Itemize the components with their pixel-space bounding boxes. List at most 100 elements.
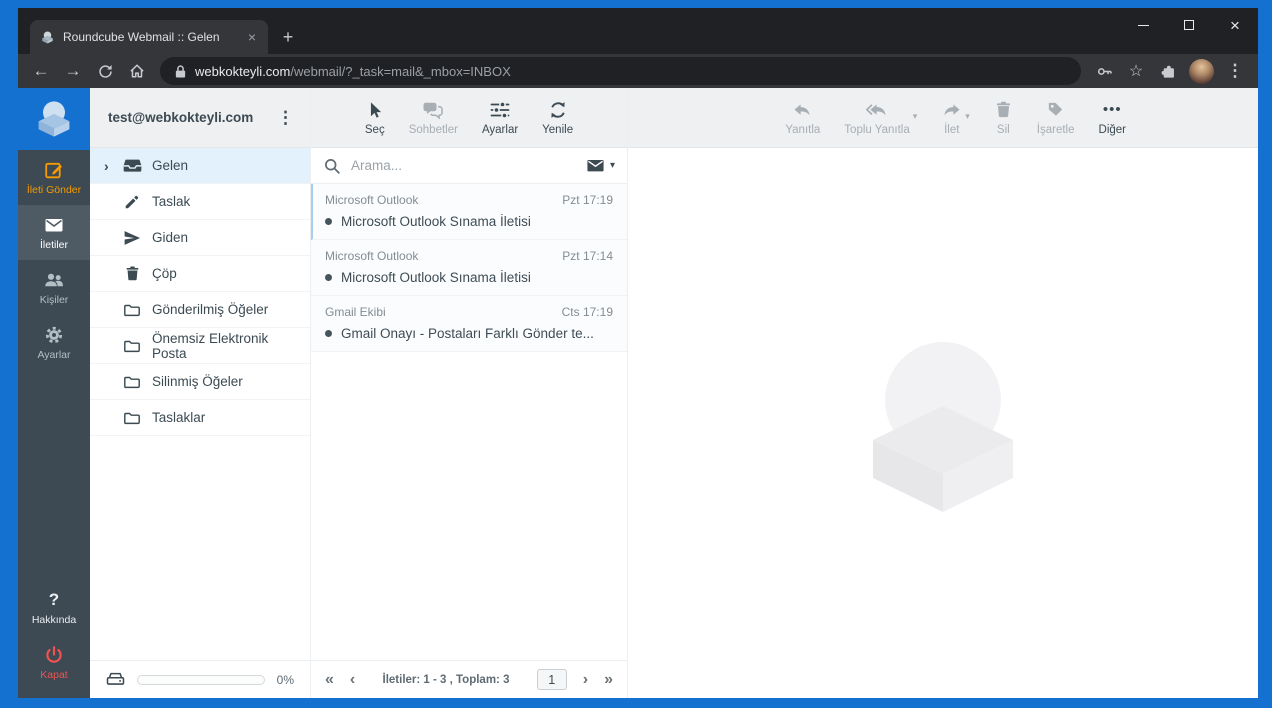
delete-button[interactable]: Sil bbox=[994, 100, 1013, 136]
folder-icon bbox=[122, 373, 142, 391]
tab-strip: Roundcube Webmail :: Gelen × + × bbox=[18, 8, 1258, 54]
browser-tab[interactable]: Roundcube Webmail :: Gelen × bbox=[30, 20, 268, 54]
minimize-button[interactable] bbox=[1120, 8, 1166, 42]
refresh-list-button[interactable]: Yenile bbox=[542, 100, 573, 136]
mail-label: İletiler bbox=[39, 239, 68, 251]
list-toolbar: Seç Sohbetler Ayarlar Yenile bbox=[311, 88, 627, 148]
url-text: webkokteyli.com/webmail/?_task=mail&_mbo… bbox=[195, 64, 511, 79]
chats-button[interactable]: Sohbetler bbox=[409, 100, 458, 136]
back-button[interactable]: ← bbox=[26, 57, 56, 85]
message-row[interactable]: Microsoft Outlook Pzt 17:19 Microsoft Ou… bbox=[311, 184, 627, 240]
folder-item[interactable]: Giden bbox=[90, 220, 310, 256]
current-page-input[interactable]: 1 bbox=[536, 669, 567, 690]
folder-item[interactable]: Gönderilmiş Öğeler bbox=[90, 292, 310, 328]
folder-label: Önemsiz Elektronik Posta bbox=[152, 330, 269, 361]
tab-close-icon[interactable]: × bbox=[246, 29, 258, 45]
extensions-button[interactable] bbox=[1153, 57, 1183, 85]
trash-icon bbox=[122, 265, 142, 282]
compose-icon bbox=[44, 160, 64, 180]
last-page-button[interactable]: » bbox=[604, 671, 613, 689]
sliders-icon bbox=[490, 100, 510, 120]
message-row[interactable]: Microsoft Outlook Pzt 17:14 Microsoft Ou… bbox=[311, 240, 627, 296]
about-button[interactable]: ? Hakkında bbox=[18, 580, 90, 635]
new-tab-button[interactable]: + bbox=[274, 23, 302, 51]
folder-item[interactable]: Önemsiz Elektronik Posta bbox=[90, 328, 310, 364]
chat-icon bbox=[423, 100, 444, 120]
folder-label: Gönderilmiş Öğeler bbox=[152, 302, 269, 317]
settings-label: Ayarlar bbox=[37, 349, 71, 361]
refresh-icon bbox=[98, 64, 112, 78]
unread-indicator bbox=[325, 330, 332, 337]
empty-message-view bbox=[628, 148, 1258, 698]
forward-button[interactable]: → bbox=[58, 57, 88, 85]
select-button[interactable]: Seç bbox=[365, 100, 385, 136]
window-controls: × bbox=[1120, 8, 1258, 42]
folder-item[interactable]: › Gelen bbox=[90, 148, 310, 184]
search-input[interactable] bbox=[349, 157, 578, 174]
pagination-status: İletiler: 1 - 3 , Toplam: 3 bbox=[382, 673, 510, 686]
message-subject: Microsoft Outlook Sınama İletisi bbox=[341, 214, 531, 229]
envelope-icon bbox=[586, 156, 605, 175]
folder-label: Gelen bbox=[152, 158, 189, 173]
message-view-panel: Yanıtla Toplu Yanıtla ▾ İlet ▾ Sil İşare… bbox=[627, 88, 1258, 698]
folder-icon bbox=[122, 409, 142, 427]
taskbar-item-settings[interactable]: Ayarlar bbox=[18, 315, 90, 370]
reply-all-dropdown-icon[interactable]: ▾ bbox=[913, 111, 918, 122]
power-icon bbox=[44, 645, 64, 665]
list-options-button[interactable]: Ayarlar bbox=[482, 100, 518, 136]
first-page-button[interactable]: « bbox=[325, 671, 334, 689]
folder-item[interactable]: Çöp bbox=[90, 256, 310, 292]
search-scope-button[interactable]: ▾ bbox=[586, 156, 615, 175]
more-dots-icon: ••• bbox=[1102, 100, 1122, 118]
message-row[interactable]: Gmail Ekibi Cts 17:19 Gmail Onayı - Post… bbox=[311, 296, 627, 352]
url-host: webkokteyli.com bbox=[195, 63, 291, 79]
reply-label: Yanıtla bbox=[785, 123, 821, 136]
browser-menu-button[interactable]: ⋮ bbox=[1220, 57, 1250, 85]
search-icon bbox=[323, 157, 341, 175]
taskbar-item-mail[interactable]: İletiler bbox=[18, 205, 90, 260]
taskbar-item-contacts[interactable]: Kişiler bbox=[18, 260, 90, 315]
forward-button[interactable]: İlet bbox=[941, 100, 962, 136]
folder-item[interactable]: Taslak bbox=[90, 184, 310, 220]
folder-options-button[interactable]: ⋮ bbox=[271, 108, 300, 128]
expand-chevron-icon[interactable]: › bbox=[104, 158, 112, 174]
folder-list: › Gelen Taslak Giden Çöp Gönderilmiş Öğe… bbox=[90, 148, 310, 660]
folder-item[interactable]: Silinmiş Öğeler bbox=[90, 364, 310, 400]
refresh-icon bbox=[548, 100, 568, 120]
message-date: Pzt 17:14 bbox=[562, 249, 613, 263]
folder-item[interactable]: Taslaklar bbox=[90, 400, 310, 436]
mark-button[interactable]: İşaretle bbox=[1037, 100, 1075, 136]
address-bar[interactable]: webkokteyli.com/webmail/?_task=mail&_mbo… bbox=[160, 57, 1081, 85]
compose-button[interactable]: İleti Gönder bbox=[18, 150, 90, 205]
reply-all-icon bbox=[865, 100, 889, 120]
browser-window: Roundcube Webmail :: Gelen × + × ← → web… bbox=[18, 8, 1258, 698]
lock-icon bbox=[174, 64, 187, 79]
account-header: test@webkokteyli.com ⋮ bbox=[90, 88, 310, 148]
close-window-button[interactable]: × bbox=[1212, 8, 1258, 42]
message-sender: Gmail Ekibi bbox=[325, 305, 386, 319]
forward-dropdown-icon[interactable]: ▾ bbox=[965, 111, 970, 122]
folder-label: Çöp bbox=[152, 266, 177, 281]
home-button[interactable] bbox=[122, 57, 152, 85]
profile-avatar[interactable] bbox=[1189, 58, 1214, 84]
reply-button[interactable]: Yanıtla bbox=[785, 100, 820, 136]
prev-page-button[interactable]: ‹ bbox=[350, 671, 355, 689]
unread-indicator bbox=[325, 274, 332, 281]
bookmark-button[interactable]: ☆ bbox=[1121, 57, 1151, 85]
inbox-icon bbox=[122, 156, 142, 175]
logout-button[interactable]: Kapat bbox=[18, 635, 90, 690]
chats-label: Sohbetler bbox=[408, 123, 458, 136]
forward-icon bbox=[941, 100, 962, 120]
contacts-icon bbox=[44, 270, 64, 290]
next-page-button[interactable]: › bbox=[583, 671, 588, 689]
more-button[interactable]: ••• Diğer bbox=[1099, 100, 1126, 136]
account-email: test@webkokteyli.com bbox=[108, 110, 254, 125]
password-manager-button[interactable] bbox=[1089, 57, 1119, 85]
maximize-button[interactable] bbox=[1166, 8, 1212, 42]
refresh-button[interactable] bbox=[90, 57, 120, 85]
maximize-icon bbox=[1184, 20, 1194, 30]
message-subject: Gmail Onayı - Postaları Farklı Gönder te… bbox=[341, 326, 594, 341]
reply-all-button[interactable]: Toplu Yanıtla bbox=[844, 100, 910, 136]
close-icon: × bbox=[1230, 15, 1240, 35]
gear-icon bbox=[44, 325, 64, 345]
